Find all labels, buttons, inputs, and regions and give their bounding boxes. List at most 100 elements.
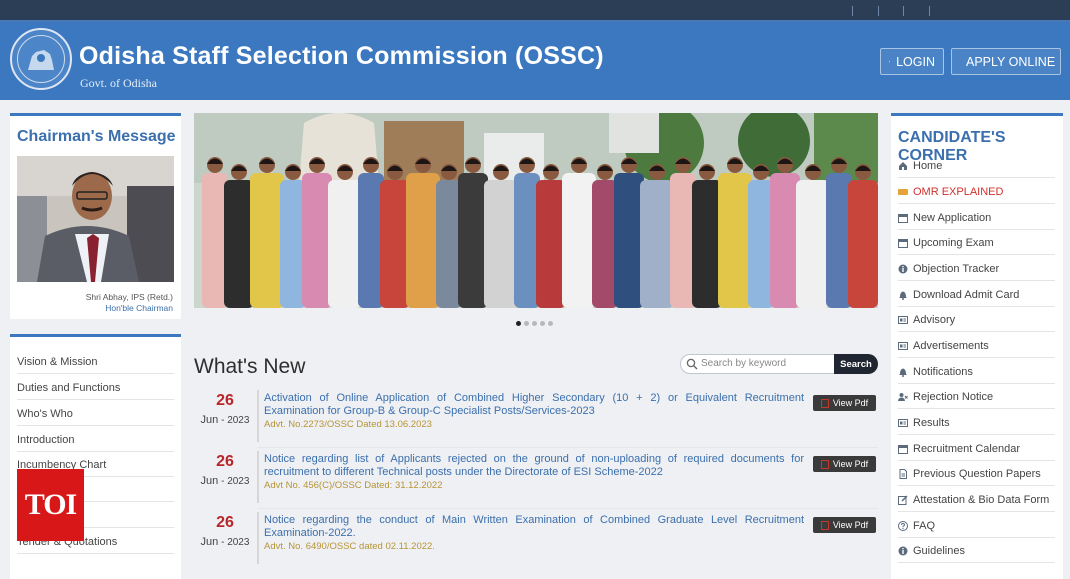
slider-dot[interactable] — [524, 321, 529, 326]
login-button[interactable]: LOGIN — [880, 48, 944, 75]
top-strip-divider — [878, 6, 879, 16]
candidate-menu-label: New Application — [913, 212, 992, 224]
odisha-emblem-icon[interactable] — [10, 28, 72, 90]
candidate-menu-item[interactable]: Guidelines — [898, 545, 1055, 563]
candidate-menu-item[interactable]: Advertisements — [898, 340, 1055, 358]
news-date: Jun - 2023 — [200, 536, 250, 548]
id-card-icon — [898, 342, 908, 350]
candidate-menu-item[interactable]: Home — [898, 160, 1055, 178]
slider-dot[interactable] — [540, 321, 545, 326]
question-icon — [898, 521, 908, 531]
new-badge-icon — [898, 189, 908, 195]
news-item: 26 Jun - 2023 Notice regarding list of A… — [194, 451, 878, 509]
news-text[interactable]: Activation of Online Application of Comb… — [264, 392, 804, 431]
news-item: 26 Jun - 2023 Activation of Online Appli… — [194, 390, 878, 448]
candidate-menu-label: Previous Question Papers — [913, 468, 1041, 480]
chairman-title: Chairman's Message — [17, 128, 176, 145]
news-advt: Advt. No.2273/OSSC Dated 13.06.2023 — [264, 419, 432, 430]
whats-new-title: What's New — [194, 355, 306, 378]
about-menu-item[interactable]: Vision & Mission — [17, 356, 174, 374]
candidate-menu-item[interactable]: New Application — [898, 212, 1055, 230]
about-menu-item[interactable]: Duties and Functions — [17, 382, 174, 400]
candidate-menu-item[interactable]: Recruitment Calendar — [898, 443, 1055, 461]
news-month: Jun — [200, 414, 219, 426]
candidate-menu-label: Results — [913, 417, 950, 429]
candidate-menu-item[interactable]: Download Admit Card — [898, 289, 1055, 307]
candidate-menu-label: Advisory — [913, 314, 956, 326]
news-date: Jun - 2023 — [200, 414, 250, 426]
view-pdf-button[interactable]: View Pdf — [813, 517, 876, 533]
candidate-menu-item[interactable]: Attestation & Bio Data Form — [898, 494, 1055, 512]
news-divider — [257, 512, 259, 564]
home-icon — [899, 162, 907, 170]
candidate-menu-item[interactable]: Previous Question Papers — [898, 468, 1055, 486]
candidate-menu-item[interactable]: OMR EXPLAINED — [898, 186, 1055, 204]
chairman-position[interactable]: Hon'ble Chairman — [86, 303, 173, 314]
user-x-icon — [898, 393, 908, 401]
candidate-menu-label: Attestation & Bio Data Form — [913, 494, 1050, 506]
slider-dot[interactable] — [532, 321, 537, 326]
about-menu-item[interactable]: Introduction — [17, 434, 174, 452]
slider-dot[interactable] — [548, 321, 553, 326]
news-title[interactable]: Activation of Online Application of Comb… — [264, 392, 804, 417]
news-item: 26 Jun - 2023 Notice regarding the condu… — [194, 512, 878, 570]
about-menu-item[interactable]: Who's Who — [17, 408, 174, 426]
chairman-name: Shri Abhay, IPS (Retd.) — [85, 292, 173, 302]
search-button[interactable]: Search — [834, 354, 878, 374]
candidate-menu-label: Home — [913, 160, 943, 172]
view-pdf-label: View Pdf — [832, 459, 869, 469]
top-strip-divider — [903, 6, 904, 16]
news-year: 2023 — [227, 476, 250, 487]
news-text[interactable]: Notice regarding the conduct of Main Wri… — [264, 514, 804, 553]
news-title[interactable]: Notice regarding list of Applicants reje… — [264, 453, 804, 478]
site-header: Odisha Staff Selection Commission (OSSC)… — [0, 22, 1070, 100]
candidate-menu-label: FAQ — [913, 520, 936, 532]
calendar-icon — [898, 239, 908, 248]
candidate-menu-item[interactable]: FAQ — [898, 520, 1055, 538]
candidate-menu-label: Guidelines — [913, 545, 965, 557]
news-day: 26 — [216, 453, 234, 470]
news-month: Jun — [200, 475, 219, 487]
top-strip — [0, 0, 1070, 22]
pdf-icon — [820, 459, 829, 469]
candidate-menu-label: Upcoming Exam — [913, 237, 994, 249]
document-icon — [899, 469, 907, 479]
pdf-icon — [820, 398, 829, 408]
chairman-caption: Shri Abhay, IPS (Retd.) Hon'ble Chairman — [86, 292, 173, 314]
bell-icon — [899, 368, 907, 377]
news-advt: Advt. No. 6490/OSSC dated 02.11.2022. — [264, 541, 435, 552]
candidate-menu-item[interactable]: Objection Tracker — [898, 263, 1055, 281]
view-pdf-button[interactable]: View Pdf — [813, 456, 876, 472]
candidate-menu-item[interactable]: Advisory — [898, 314, 1055, 332]
chairman-panel: Chairman's Message Shri Abhay, IPS (Retd… — [10, 113, 181, 319]
candidate-menu-item[interactable]: Upcoming Exam — [898, 237, 1055, 255]
candidate-menu-item[interactable]: Results — [898, 417, 1055, 435]
news-year: 2023 — [227, 415, 250, 426]
about-menu-panel: Vision & Mission Duties and Functions Wh… — [10, 334, 181, 579]
calendar-icon — [898, 214, 908, 223]
top-strip-divider — [929, 6, 930, 16]
calendar-icon — [898, 445, 908, 454]
search-input[interactable]: Search by keyword — [680, 354, 840, 374]
news-day: 26 — [216, 514, 234, 531]
news-title[interactable]: Notice regarding the conduct of Main Wri… — [264, 514, 804, 539]
info-icon — [898, 546, 908, 556]
id-card-icon — [898, 316, 908, 324]
apply-online-button[interactable]: APPLY ONLINE — [951, 48, 1061, 75]
hero-slider-image[interactable] — [194, 113, 878, 308]
chairman-photo — [17, 156, 174, 282]
candidate-menu-label: Notifications — [913, 366, 973, 378]
news-separator — [258, 508, 878, 509]
candidate-menu-item[interactable]: Rejection Notice — [898, 391, 1055, 409]
news-year: 2023 — [227, 537, 250, 548]
candidate-menu-label: Objection Tracker — [913, 263, 1000, 275]
candidate-menu-item[interactable]: Notifications — [898, 366, 1055, 384]
bell-icon — [899, 291, 907, 300]
slider-dot[interactable] — [516, 321, 521, 326]
news-text[interactable]: Notice regarding list of Applicants reje… — [264, 453, 804, 492]
candidate-menu-label: Advertisements — [913, 340, 989, 352]
news-date: Jun - 2023 — [200, 475, 250, 487]
candidate-corner-panel: CANDIDATE'S CORNER Home OMR EXPLAINED New … — [891, 113, 1063, 579]
slider-dots — [516, 321, 553, 326]
view-pdf-button[interactable]: View Pdf — [813, 395, 876, 411]
